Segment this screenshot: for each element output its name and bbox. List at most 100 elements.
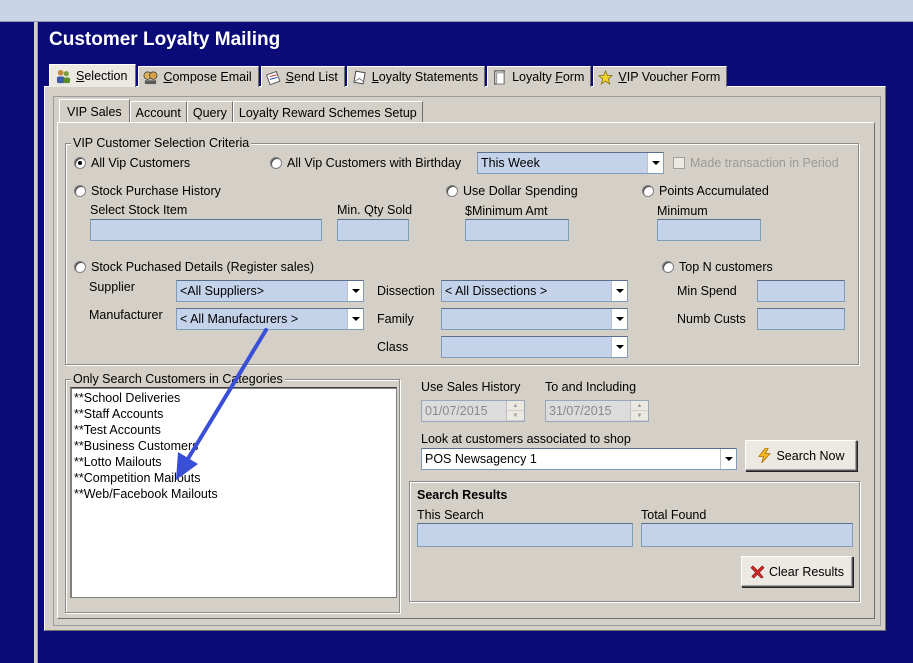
dollar-spending-label: Use Dollar Spending: [463, 184, 578, 198]
chevron-down-icon[interactable]: [347, 309, 363, 329]
chevron-down-icon[interactable]: [611, 281, 627, 301]
from-date-value: 01/07/2015: [425, 404, 488, 418]
dissection-select[interactable]: < All Dissections >: [441, 280, 628, 302]
chevron-down-icon[interactable]: [347, 281, 363, 301]
points-accumulated-radio[interactable]: [642, 185, 654, 197]
birthday-period-select[interactable]: This Week: [477, 152, 664, 174]
form-icon: [494, 69, 505, 85]
criteria-legend: VIP Customer Selection Criteria: [71, 136, 252, 150]
min-qty-sold-label: Min. Qty Sold: [337, 203, 413, 217]
total-found-field[interactable]: [641, 523, 853, 547]
top-n-radio[interactable]: [662, 261, 674, 273]
to-date-value: 31/07/2015: [549, 404, 612, 418]
numb-custs-field[interactable]: [757, 308, 845, 330]
supplier-value: <All Suppliers>: [180, 284, 265, 298]
class-label: Class: [377, 340, 409, 354]
minimum-amt-field[interactable]: [465, 219, 569, 241]
tab-label: Selection: [76, 69, 128, 83]
made-transaction-label: Made transaction in Period: [690, 156, 839, 170]
list-item[interactable]: **School Deliveries: [71, 390, 396, 406]
from-date-input[interactable]: 01/07/2015 ▲ ▼: [421, 400, 525, 422]
clear-results-button[interactable]: Clear Results: [741, 556, 853, 587]
dollar-spending-radio[interactable]: [446, 185, 458, 197]
list-item[interactable]: **Business Customers: [71, 438, 396, 454]
spin-up-icon[interactable]: ▲: [507, 401, 524, 411]
window-top-bar: [0, 0, 913, 22]
this-search-label: This Search: [417, 508, 484, 522]
made-transaction-checkbox[interactable]: [673, 157, 685, 169]
email-people-icon: [144, 71, 158, 84]
manufacturer-select[interactable]: < All Manufacturers >: [176, 308, 364, 330]
main-tabs: Selection Compose Email Send List Loyalt…: [49, 64, 729, 87]
subtab-label: VIP Sales: [67, 104, 122, 119]
stock-purchase-history-label: Stock Purchase History: [91, 184, 221, 198]
stock-purchase-history-radio[interactable]: [74, 185, 86, 197]
categories-list[interactable]: **School Deliveries **Staff Accounts **T…: [70, 387, 397, 598]
stock-purchased-details-radio[interactable]: [74, 261, 86, 273]
chevron-down-icon[interactable]: [647, 153, 663, 173]
clear-results-label: Clear Results: [768, 564, 845, 579]
all-vip-radio[interactable]: [74, 157, 86, 169]
chevron-down-icon[interactable]: [611, 309, 627, 329]
shop-select[interactable]: POS Newsagency 1: [421, 448, 737, 470]
list-item[interactable]: **Staff Accounts: [71, 406, 396, 422]
this-search-field[interactable]: [417, 523, 633, 547]
left-splitter[interactable]: [34, 22, 38, 663]
subtab-query[interactable]: Query: [186, 101, 233, 123]
subtab-label: Query: [192, 105, 227, 120]
shop-label: Look at customers associated to shop: [421, 432, 631, 446]
subtab-account[interactable]: Account: [129, 101, 187, 123]
dissection-label: Dissection: [377, 284, 435, 298]
supplier-select[interactable]: <All Suppliers>: [176, 280, 364, 302]
family-select[interactable]: [441, 308, 628, 330]
subtab-vip-sales[interactable]: VIP Sales: [59, 99, 130, 123]
tab-send-list[interactable]: Send List: [260, 66, 345, 87]
date-spinner[interactable]: ▲ ▼: [630, 401, 648, 421]
minimum-points-field[interactable]: [657, 219, 761, 241]
red-x-icon: [750, 565, 765, 579]
all-vip-label: All Vip Customers: [91, 156, 191, 170]
star-icon: [598, 69, 614, 85]
min-spend-field[interactable]: [757, 280, 845, 302]
send-list-icon: [265, 70, 281, 85]
tab-selection[interactable]: Selection: [49, 64, 137, 87]
tab-vip-voucher-form[interactable]: VIP Voucher Form: [593, 66, 728, 87]
to-date-input[interactable]: 31/07/2015 ▲ ▼: [545, 400, 649, 422]
search-now-button[interactable]: Search Now: [745, 440, 857, 471]
list-item[interactable]: **Lotto Mailouts: [71, 454, 396, 470]
min-spend-label: Min Spend: [677, 284, 737, 298]
select-stock-item-field[interactable]: [90, 219, 322, 241]
points-accumulated-label: Points Accumulated: [659, 184, 769, 198]
subtab-loyalty-reward-schemes-setup[interactable]: Loyalty Reward Schemes Setup: [232, 101, 423, 123]
tab-loyalty-statements[interactable]: Loyalty Statements: [346, 66, 486, 87]
tab-loyalty-form[interactable]: Loyalty Form: [487, 66, 592, 87]
lightning-icon: [758, 448, 772, 463]
tab-label: Loyalty Form: [512, 70, 585, 84]
categories-legend: Only Search Customers in Categories: [71, 372, 285, 386]
spin-down-icon[interactable]: ▼: [631, 411, 648, 421]
min-qty-sold-field[interactable]: [337, 219, 409, 241]
tab-compose-email[interactable]: Compose Email: [138, 66, 259, 87]
list-item[interactable]: **Test Accounts: [71, 422, 396, 438]
family-label: Family: [377, 312, 414, 326]
manufacturer-label: Manufacturer: [89, 308, 163, 322]
supplier-label: Supplier: [89, 280, 135, 294]
manufacturer-value: < All Manufacturers >: [180, 312, 299, 326]
spin-down-icon[interactable]: ▼: [507, 411, 524, 421]
sub-tabs: VIP Sales Account Query Loyalty Reward S…: [59, 99, 423, 123]
list-item[interactable]: **Competition Mailouts: [71, 470, 396, 486]
page-title: Customer Loyalty Mailing: [49, 29, 281, 50]
minimum-amt-label: $Minimum Amt: [465, 204, 548, 218]
to-and-including-label: To and Including: [545, 380, 637, 394]
subtab-label: Account: [135, 105, 181, 120]
criteria-group: [65, 143, 859, 365]
use-sales-history-label: Use Sales History: [421, 380, 521, 394]
spin-up-icon[interactable]: ▲: [631, 401, 648, 411]
date-spinner[interactable]: ▲ ▼: [506, 401, 524, 421]
birthday-radio[interactable]: [270, 157, 282, 169]
tab-label: Loyalty Statements: [371, 70, 479, 84]
class-select[interactable]: [441, 336, 628, 358]
list-item[interactable]: **Web/Facebook Mailouts: [71, 486, 396, 502]
chevron-down-icon[interactable]: [611, 337, 627, 357]
chevron-down-icon[interactable]: [720, 449, 736, 469]
